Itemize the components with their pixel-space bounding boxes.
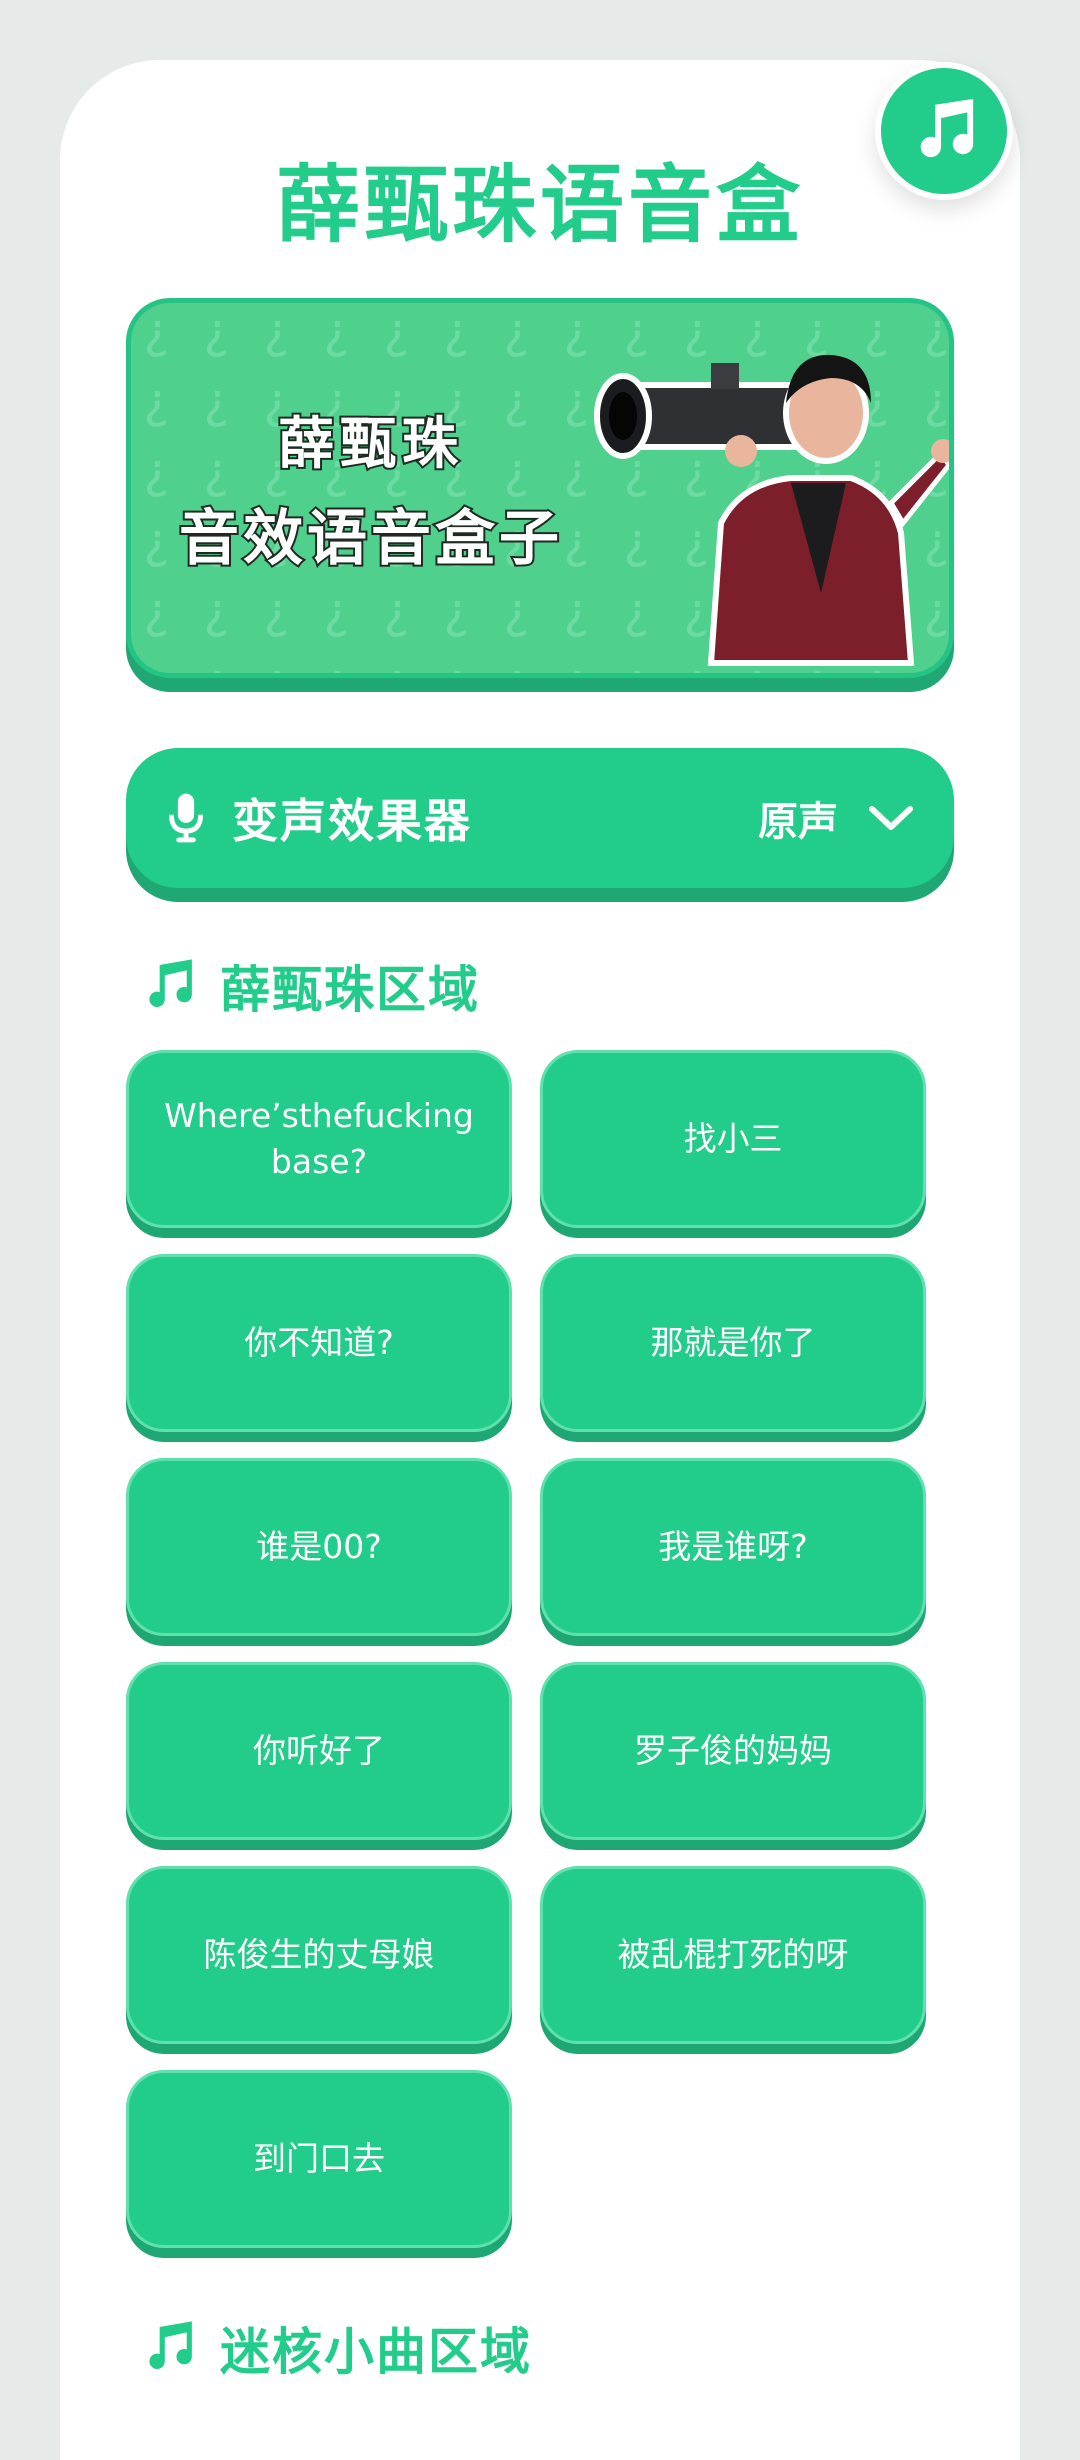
sound-button-label: 我是谁呀? (658, 1527, 808, 1566)
sound-button-label: Where’sthefucking base? (164, 1096, 474, 1181)
woman-with-bazooka-image (594, 354, 949, 666)
banner-line-1: 薛甄珠 (276, 410, 464, 479)
sound-button-label: 你不知道? (244, 1323, 394, 1362)
sound-button-label: 那就是你了 (650, 1323, 816, 1362)
sound-button[interactable]: 那就是你了 (540, 1254, 926, 1432)
sound-button[interactable]: 谁是00? (126, 1458, 512, 1636)
sound-button-label: 被乱棍打死的呀 (617, 1935, 849, 1974)
page-title: 薛甄珠语音盒 (275, 156, 804, 254)
sound-button[interactable]: 到门口去 (126, 2070, 512, 2248)
sound-button[interactable]: 你听好了 (126, 1662, 512, 1840)
sound-button-label: 谁是00? (256, 1527, 382, 1566)
sound-button[interactable]: 陈俊生的丈母娘 (126, 1866, 512, 2044)
sound-button-label: 到门口去 (253, 2139, 385, 2178)
sound-button-label: 陈俊生的丈母娘 (203, 1935, 435, 1974)
voice-changer-selector[interactable]: 变声效果器 原声 (126, 748, 954, 888)
sound-button[interactable]: 找小三 (540, 1050, 926, 1228)
main-card: 薛甄珠语音盒 ? 薛甄珠 音效语音盒子 (60, 60, 1020, 2460)
section-title-xuezhenzhu: 薛甄珠区域 (140, 950, 480, 1022)
sound-button[interactable]: 罗子俊的妈妈 (540, 1662, 926, 1840)
sound-button[interactable]: 被乱棍打死的呀 (540, 1866, 926, 2044)
section-title-text: 薛甄珠区域 (220, 961, 480, 1019)
banner-line-2: 音效语音盒子 (177, 502, 563, 576)
music-note-icon[interactable] (875, 62, 1013, 200)
sound-button[interactable]: Where’sthefucking base? (126, 1050, 512, 1228)
voice-changer-value: 原声 (758, 799, 838, 845)
banner-image: ? 薛甄珠 音效语音盒子 (126, 298, 954, 678)
sound-button[interactable]: 你不知道? (126, 1254, 512, 1432)
banner-caption: 薛甄珠 音效语音盒子 (171, 399, 571, 577)
microphone-icon (168, 793, 204, 843)
voice-changer-label: 变声效果器 (232, 794, 472, 848)
sound-button-label: 你听好了 (253, 1731, 385, 1770)
sound-button-label: 找小三 (683, 1119, 783, 1158)
chevron-down-icon (869, 806, 913, 830)
sound-button-label: 罗子俊的妈妈 (634, 1731, 832, 1770)
section-title-mihe: 迷核小曲区域 (140, 2312, 532, 2384)
sound-button[interactable]: 我是谁呀? (540, 1458, 926, 1636)
section-title-text: 迷核小曲区域 (220, 2323, 532, 2381)
music-note-icon (149, 2321, 192, 2370)
music-note-icon (149, 959, 192, 1008)
